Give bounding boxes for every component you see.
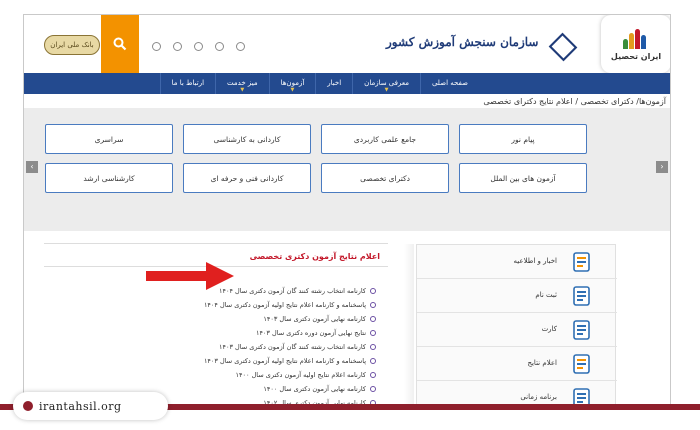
search-icon (113, 37, 127, 51)
nav-item-5[interactable]: ارتباط با ما (159, 73, 215, 94)
org-name: سازمان سنجش آموزش کشور (386, 35, 539, 49)
result-link-label: کارنامه انتخاب رشته کنند گان آزمون دکتری… (219, 343, 366, 351)
sidebar-item-label: اخبار و اطلاعیه (513, 257, 557, 265)
contact-icon[interactable] (215, 42, 224, 51)
result-link-label: کارنامه انتخاب رشته کنند گان آزمون دکتری… (219, 287, 366, 295)
phone-icon[interactable] (194, 42, 203, 51)
share-icon[interactable] (173, 42, 182, 51)
result-link[interactable]: کارنامه انتخاب رشته کنند گان آزمون دکتری… (204, 340, 376, 354)
bullet-icon (370, 316, 376, 322)
tile-technical[interactable]: کاردانی فنی و حرفه ای (183, 163, 311, 193)
result-link-label: پاسخنامه و کارنامه اعلام نتایج اولیه آزم… (203, 357, 366, 365)
bank-logo[interactable]: بانک ملی ایران (44, 35, 100, 55)
exam-category-grid: ‹ › پیام نور جامع علمی کاربردی کاردانی ب… (24, 108, 670, 231)
result-link[interactable]: نتایج نهایی آزمون دوره دکتری سال ۱۴۰۳ (204, 326, 376, 340)
main-nav: صفحه اصلی معرفی سازمان ▼ اخبار آزمون‌ها ▼ میز … (24, 73, 670, 94)
org-logo-icon[interactable] (548, 32, 578, 62)
highlight-arrow-icon (146, 262, 234, 290)
result-link-label: پاسخنامه و کارنامه اعلام نتایج اولیه آزم… (203, 301, 366, 309)
nav-item-label: میز خدمت (227, 79, 258, 87)
top-icon-row (152, 42, 245, 51)
nav-item-3[interactable]: آزمون‌ها ▼ (268, 73, 316, 94)
register-icon (571, 285, 593, 307)
sidebar-item-label: کارت (541, 325, 557, 333)
rss-icon[interactable] (236, 42, 245, 51)
nav-item-label: آزمون‌ها (280, 79, 305, 87)
nav-item-4[interactable]: میز خدمت ▼ (215, 73, 269, 94)
globe-icon[interactable] (152, 42, 161, 51)
chevron-down-icon: ▼ (290, 87, 295, 93)
url-text: irantahsil.org (39, 399, 122, 413)
chevron-down-icon: ▼ (240, 87, 245, 93)
search-button[interactable] (101, 15, 139, 73)
nav-item-label: اخبار (327, 79, 342, 87)
tile-payam-noor[interactable]: پیام نور (459, 124, 587, 154)
prev-arrow-icon[interactable]: ‹ (26, 161, 38, 173)
watermark-url: irantahsil.org (13, 392, 168, 420)
result-link-label: کارنامه اعلام نتایج اولیه آزمون دکتری سا… (235, 371, 366, 379)
bullet-icon (370, 288, 376, 294)
sidebar-item-3[interactable]: اعلام نتایج (417, 347, 617, 381)
bullet-icon (370, 330, 376, 336)
tile-phd[interactable]: دکترای تخصصی (321, 163, 449, 193)
next-arrow-icon[interactable]: › (656, 161, 668, 173)
nav-item-label: صفحه اصلی (431, 79, 468, 87)
tile-masters[interactable]: کارشناسی ارشد (45, 163, 173, 193)
result-link-label: کارنامه نهایی آزمون دکتری سال ۱۴۰۳ (263, 315, 366, 323)
news-icon (571, 251, 593, 273)
browser-frame: بانک ملی ایران سازمان سنجش آموزش کشور ای… (23, 14, 671, 407)
card-icon (571, 319, 593, 341)
bullet-icon (370, 386, 376, 392)
sidebar-item-label: ثبت نام (535, 291, 557, 299)
panel-title: اعلام نتایج آزمون دکتری تخصصی (249, 252, 380, 261)
globe-dot-icon (23, 401, 33, 411)
chevron-down-icon: ▼ (384, 87, 389, 93)
result-link[interactable]: کارنامه اعلام نتایج اولیه آزمون دکتری سا… (204, 368, 376, 382)
result-link[interactable]: کارنامه نهایی آزمون دکتری سال ۱۴۰۰ (204, 382, 376, 396)
nav-item-label: معرفی سازمان (364, 79, 409, 87)
site-header: بانک ملی ایران سازمان سنجش آموزش کشور ای… (24, 15, 670, 73)
breadcrumb: آزمون‌ها/ دکترای تخصصی / اعلام نتایج دکت… (483, 97, 666, 106)
bullet-icon (370, 302, 376, 308)
bullet-icon (370, 358, 376, 364)
nav-item-label: ارتباط با ما (171, 79, 205, 87)
sidebar-item-0[interactable]: اخبار و اطلاعیه (417, 245, 617, 279)
result-link-label: نتایج نهایی آزمون دوره دکتری سال ۱۴۰۳ (255, 329, 366, 337)
nav-item-2[interactable]: اخبار (315, 73, 352, 94)
book-pencil-icon (621, 27, 651, 49)
tile-sarasari[interactable]: سراسری (45, 124, 173, 154)
nav-item-1[interactable]: معرفی سازمان ▼ (352, 73, 420, 94)
nav-item-0[interactable]: صفحه اصلی (419, 73, 479, 94)
tile-elmi-karbordi[interactable]: جامع علمی کاربردی (321, 124, 449, 154)
result-link[interactable]: کارنامه نهایی آزمون دکتری سال ۱۴۰۳ (204, 312, 376, 326)
result-link[interactable]: پاسخنامه و کارنامه اعلام نتایج اولیه آزم… (204, 298, 376, 312)
bullet-icon (370, 372, 376, 378)
sidebar-item-label: برنامه زمانی (520, 393, 557, 401)
sidebar-item-2[interactable]: کارت (417, 313, 617, 347)
quick-links-sidebar: اخبار و اطلاعیه ثبت نام کارت اعلام نتایج برن… (416, 244, 617, 406)
result-link-label: کارنامه نهایی آزمون دکتری سال ۱۴۰۰ (263, 385, 366, 393)
panel-gap (404, 244, 414, 406)
results-icon (571, 353, 593, 375)
tile-international[interactable]: آزمون های بین الملل (459, 163, 587, 193)
sidebar-item-label: اعلام نتایج (527, 359, 557, 367)
sidebar-item-1[interactable]: ثبت نام (417, 279, 617, 313)
tile-kardani-karshenasi[interactable]: کاردانی به کارشناسی (183, 124, 311, 154)
irantahsil-badge: ایران تحصیل (601, 15, 670, 73)
bullet-icon (370, 344, 376, 350)
badge-text: ایران تحصیل (610, 52, 662, 61)
result-link[interactable]: پاسخنامه و کارنامه اعلام نتایج اولیه آزم… (204, 354, 376, 368)
